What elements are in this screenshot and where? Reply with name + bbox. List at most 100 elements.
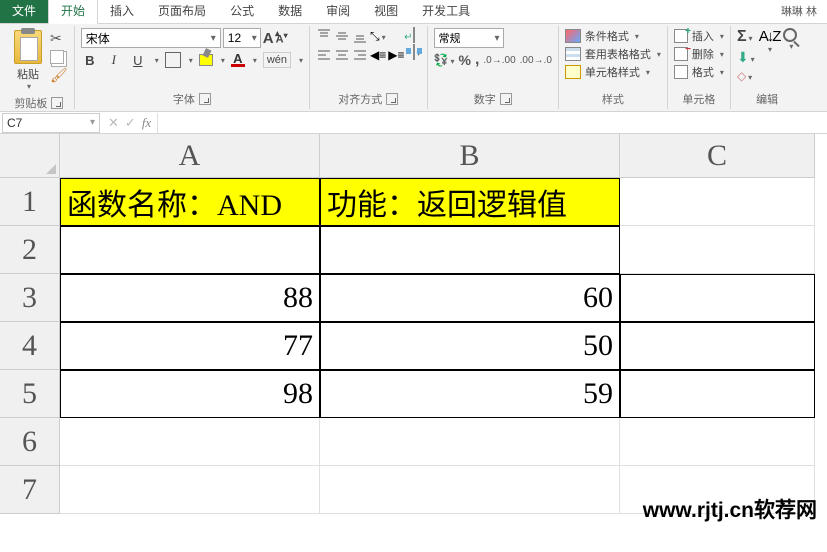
enter-formula-button[interactable]: ✓ xyxy=(125,115,136,131)
row-header-3[interactable]: 3 xyxy=(0,274,60,322)
tab-home[interactable]: 开始 xyxy=(48,0,98,24)
delete-cells-button[interactable]: 删除▾ xyxy=(674,46,724,62)
font-launcher[interactable] xyxy=(199,93,211,105)
number-launcher[interactable] xyxy=(500,93,512,105)
insert-cells-button[interactable]: 插入▾ xyxy=(674,28,724,44)
increase-decimal-button[interactable]: .0→.00 xyxy=(483,55,515,66)
merge-cells-button[interactable]: ▾ xyxy=(413,45,421,59)
user-name[interactable]: 琳琳 林 xyxy=(771,0,827,23)
formula-bar[interactable] xyxy=(157,113,827,133)
cell-a6[interactable] xyxy=(60,418,320,466)
find-select-button[interactable]: ▾ xyxy=(783,28,797,89)
cell-b5[interactable]: 59 xyxy=(320,370,620,418)
number-format-select[interactable]: 常规 xyxy=(434,28,504,48)
sort-filter-button[interactable]: A↓Z ▾ xyxy=(759,28,780,89)
align-middle-button[interactable] xyxy=(334,28,350,44)
cell-a5[interactable]: 98 xyxy=(60,370,320,418)
cell-style-icon xyxy=(565,65,581,79)
row-header-7[interactable]: 7 xyxy=(0,466,60,514)
format-cells-button[interactable]: 格式▾ xyxy=(674,64,724,80)
cell-b3[interactable]: 60 xyxy=(320,274,620,322)
format-painter-button[interactable]: 🖌 xyxy=(50,67,68,84)
group-label-font: 字体 xyxy=(173,91,195,107)
cell-c5[interactable] xyxy=(620,370,815,418)
fill-color-button[interactable] xyxy=(199,54,213,66)
tab-view[interactable]: 视图 xyxy=(362,0,410,23)
comma-button[interactable]: , xyxy=(475,51,479,69)
align-left-button[interactable] xyxy=(316,47,332,63)
alignment-launcher[interactable] xyxy=(386,93,398,105)
tab-formulas[interactable]: 公式 xyxy=(218,0,266,23)
col-header-b[interactable]: B xyxy=(320,134,620,178)
font-color-button[interactable]: A xyxy=(231,53,245,67)
format-as-table-button[interactable]: 套用表格格式▾ xyxy=(565,46,661,62)
cell-c1[interactable] xyxy=(620,178,815,226)
autosum-button[interactable]: Σ▾ xyxy=(737,28,755,46)
table-format-icon xyxy=(565,47,581,61)
clipboard-launcher[interactable] xyxy=(51,97,63,109)
cell-a4[interactable]: 77 xyxy=(60,322,320,370)
percent-button[interactable]: % xyxy=(459,52,471,68)
cell-styles-button[interactable]: 单元格样式▾ xyxy=(565,64,661,80)
cell-a3[interactable]: 88 xyxy=(60,274,320,322)
cell-a1[interactable]: 函数名称：AND xyxy=(60,178,320,226)
align-center-button[interactable] xyxy=(334,47,350,63)
insert-function-button[interactable]: fx xyxy=(142,115,151,131)
col-header-a[interactable]: A xyxy=(60,134,320,178)
name-box[interactable]: C7 xyxy=(2,113,100,133)
cell-b2[interactable] xyxy=(320,226,620,274)
fill-button[interactable]: ⬇▾ xyxy=(737,49,755,66)
align-bottom-button[interactable] xyxy=(352,28,368,44)
bold-button[interactable]: B xyxy=(81,51,99,69)
clear-button[interactable]: ◇▾ xyxy=(737,69,755,83)
cell-c3[interactable] xyxy=(620,274,815,322)
row-header-2[interactable]: 2 xyxy=(0,226,60,274)
cut-button[interactable]: ✂ xyxy=(50,30,68,47)
cell-b4[interactable]: 50 xyxy=(320,322,620,370)
accounting-format-button[interactable]: 💱▾ xyxy=(434,53,455,67)
align-right-button[interactable] xyxy=(352,47,368,63)
row-header-5[interactable]: 5 xyxy=(0,370,60,418)
cancel-formula-button[interactable]: ✕ xyxy=(108,115,119,131)
copy-button[interactable] xyxy=(50,50,64,64)
tab-insert[interactable]: 插入 xyxy=(98,0,146,23)
cell-c2[interactable] xyxy=(620,226,815,274)
tab-file[interactable]: 文件 xyxy=(0,0,48,23)
increase-font-button[interactable]: A▴ xyxy=(263,30,274,47)
tab-developer[interactable]: 开发工具 xyxy=(410,0,482,23)
font-size-select[interactable]: 12 xyxy=(223,28,261,48)
italic-button[interactable]: I xyxy=(105,51,123,69)
align-top-button[interactable] xyxy=(316,28,332,44)
cell-c6[interactable] xyxy=(620,418,815,466)
group-styles: 条件格式▾ 套用表格格式▾ 单元格样式▾ 样式 xyxy=(559,26,668,109)
cell-b7[interactable] xyxy=(320,466,620,514)
orientation-button[interactable]: ⤡▾ xyxy=(370,29,386,44)
wrap-text-button[interactable] xyxy=(413,28,421,42)
tab-data[interactable]: 数据 xyxy=(266,0,314,23)
decrease-font-button[interactable]: A▾ xyxy=(276,31,288,46)
cell-a2[interactable] xyxy=(60,226,320,274)
cell-a7[interactable] xyxy=(60,466,320,514)
tab-review[interactable]: 审阅 xyxy=(314,0,362,23)
font-name-select[interactable]: 宋体 xyxy=(81,28,221,48)
decrease-indent-button[interactable]: ◀≡ xyxy=(370,48,386,62)
row-header-6[interactable]: 6 xyxy=(0,418,60,466)
decrease-decimal-button[interactable]: .00→.0 xyxy=(520,55,552,66)
row-header-4[interactable]: 4 xyxy=(0,322,60,370)
cell-b1[interactable]: 功能：返回逻辑值 xyxy=(320,178,620,226)
formula-bar-row: C7 ✕ ✓ fx xyxy=(0,112,827,134)
phonetic-button[interactable]: wén xyxy=(263,52,291,68)
group-label-clipboard: 剪贴板 xyxy=(14,95,47,111)
paste-button[interactable]: 粘贴 ▾ xyxy=(10,28,46,93)
cell-c4[interactable] xyxy=(620,322,815,370)
conditional-format-button[interactable]: 条件格式▾ xyxy=(565,28,661,44)
row-header-1[interactable]: 1 xyxy=(0,178,60,226)
cell-b6[interactable] xyxy=(320,418,620,466)
select-all-corner[interactable] xyxy=(0,134,60,178)
borders-button[interactable] xyxy=(165,52,181,68)
tab-page-layout[interactable]: 页面布局 xyxy=(146,0,218,23)
col-header-c[interactable]: C xyxy=(620,134,815,178)
underline-button[interactable]: U xyxy=(129,51,147,69)
increase-indent-button[interactable]: ▶≡ xyxy=(388,48,404,62)
group-label-alignment: 对齐方式 xyxy=(338,91,382,107)
